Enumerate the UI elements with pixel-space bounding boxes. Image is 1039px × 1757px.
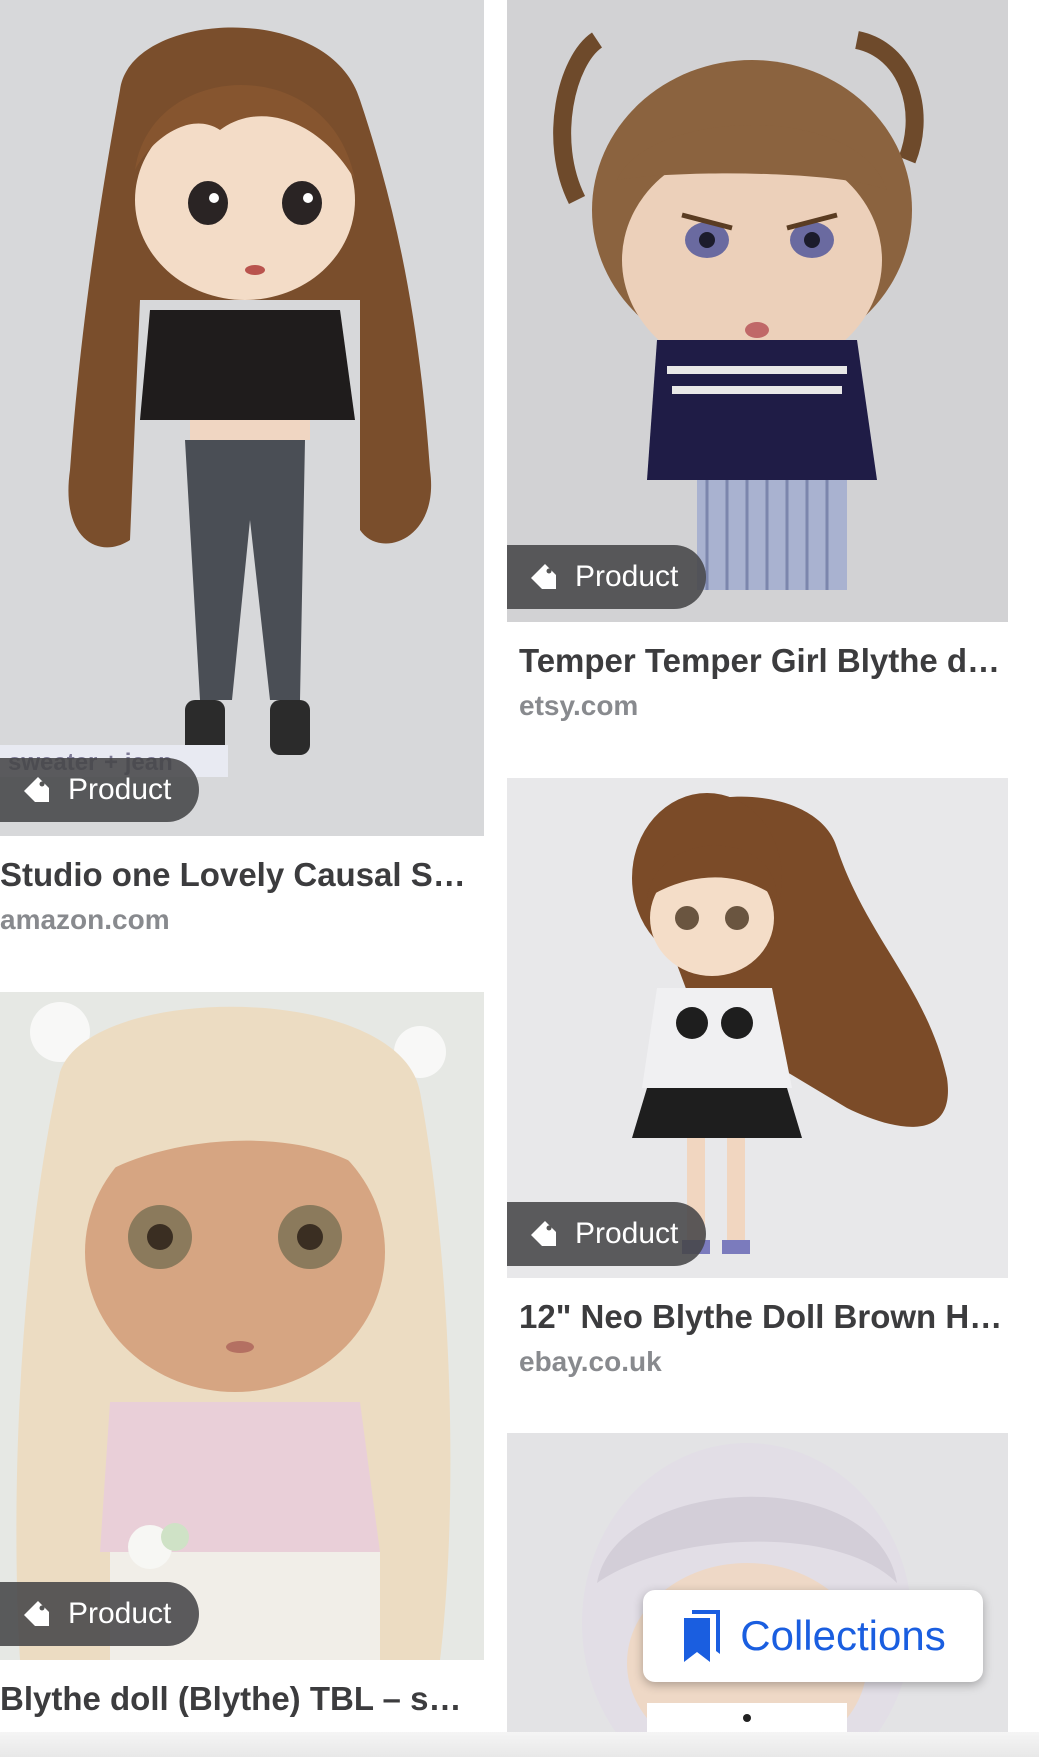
result-domain: amazon.com [0,904,170,935]
tag-icon [531,1221,556,1246]
collections-label: Collections [740,1612,946,1659]
badge-label: Product [68,1597,172,1630]
badge-label: Product [575,1217,679,1250]
result-card[interactable]: sweater + jean Product Studio one Lovely… [0,0,484,940]
product-badge: Product [0,1582,200,1646]
tag-icon [24,777,49,802]
result-image[interactable] [507,1433,1008,1732]
result-domain: etsy.com [519,690,639,721]
collections-button[interactable]: Collections [643,1590,983,1682]
result-title[interactable]: Blythe doll (Blythe) TBL – sho… [0,1680,470,1718]
result-image[interactable]: Product [507,778,1008,1278]
badge-label: Product [68,773,172,806]
result-title[interactable]: Studio one Lovely Causal Sw… [0,856,470,894]
result-card[interactable] [507,1433,1008,1732]
bottom-edge [0,1732,1039,1757]
result-card[interactable]: Product Blythe doll (Blythe) TBL – sho… [0,992,484,1757]
tag-icon [531,564,556,589]
badge-label: Product [575,560,679,593]
product-badge: Product [507,545,707,609]
result-image[interactable]: sweater + jean Product [0,0,484,836]
result-title[interactable]: 12" Neo Blythe Doll Brown Ha… [519,1298,1004,1336]
tag-icon [24,1601,49,1626]
result-image[interactable]: Product [0,992,484,1660]
result-title[interactable]: Temper Temper Girl Blythe do… [519,642,1004,680]
product-badge: Product [507,1202,707,1266]
result-card[interactable]: Product Temper Temper Girl Blythe do… et… [507,0,1008,730]
result-card[interactable]: Product 12" Neo Blythe Doll Brown Ha… eb… [507,778,1008,1388]
result-image[interactable]: Product [507,0,1008,622]
bookmarks-icon [684,1610,721,1662]
result-domain: ebay.co.uk [519,1346,662,1377]
product-badge: Product [0,758,200,822]
